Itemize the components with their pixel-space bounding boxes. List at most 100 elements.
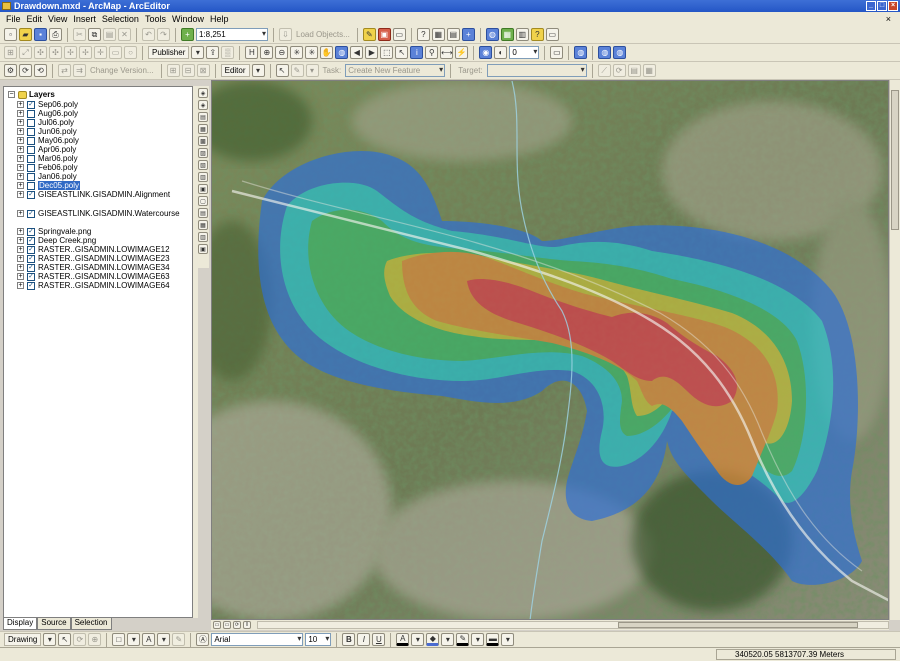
publisher-dropdown-icon[interactable]: ▾ <box>191 46 205 59</box>
copy-icon[interactable]: ⧉ <box>88 28 101 41</box>
toc-layer-row[interactable]: + ✓ RASTER..GISADMIN.LOWIMAGE64 <box>17 281 170 290</box>
layer-name[interactable]: May06.poly <box>38 136 79 145</box>
tool-2-icon[interactable]: ◈ <box>198 100 208 110</box>
tab-selection[interactable]: Selection <box>70 618 112 630</box>
screen-icon[interactable]: ▭ <box>550 46 564 59</box>
expand-icon[interactable]: + <box>17 101 24 108</box>
expand-icon[interactable]: + <box>17 146 24 153</box>
edit-vertices-icon[interactable]: ✎ <box>172 633 186 646</box>
map-navigator-icon[interactable]: ▦ <box>500 28 514 41</box>
expand-icon[interactable]: + <box>17 128 24 135</box>
new-rectangle-icon[interactable]: □ <box>112 633 126 646</box>
layer-name[interactable]: RASTER..GISADMIN.LOWIMAGE12 <box>38 245 170 254</box>
network-icon[interactable]: ◍ <box>574 46 588 59</box>
expand-icon[interactable]: + <box>17 273 24 280</box>
menu-tools[interactable]: Tools <box>142 14 169 24</box>
layer-visibility-checkbox[interactable]: ✓ <box>27 236 35 245</box>
layer-visibility-checkbox[interactable]: ✓ <box>27 263 35 272</box>
line-color-icon[interactable]: ✎ <box>456 633 470 646</box>
expand-icon[interactable]: + <box>17 137 24 144</box>
layer-name[interactable]: Springvale.png <box>38 227 91 236</box>
hyperlink-icon[interactable]: ⚡ <box>455 46 469 59</box>
line-color-dropdown-icon[interactable]: ▾ <box>471 633 485 646</box>
refresh-view-icon[interactable]: ⟳ <box>233 621 241 629</box>
delete-icon[interactable]: ✕ <box>118 28 131 41</box>
font-size-combo[interactable]: 10 <box>305 633 332 646</box>
effects-icon[interactable]: ◉ <box>479 46 493 59</box>
tool-7-icon[interactable]: ▧ <box>198 160 208 170</box>
georef-icon[interactable]: ⊞ <box>4 46 17 59</box>
layer-visibility-checkbox[interactable]: ✓ <box>27 100 35 109</box>
expand-icon[interactable]: + <box>17 264 24 271</box>
raster-value-combo[interactable]: 0 <box>509 46 540 59</box>
editor-toolbar-icon[interactable]: ✎ <box>362 28 376 41</box>
split-tool-icon[interactable]: ⟋ <box>597 64 611 77</box>
globe-full-extent-icon[interactable]: ◍ <box>335 46 349 59</box>
select-features-icon[interactable]: ⬚ <box>380 46 394 59</box>
back-extent-icon[interactable]: ◀ <box>350 46 364 59</box>
toc-layer-row[interactable]: + ✓ Springvale.png <box>17 227 91 236</box>
rotate-tool-icon[interactable]: ⟳ <box>612 64 626 77</box>
toc-layer-row[interactable]: + ✓ GISEASTLINK.GISADMIN.Alignment <box>17 190 170 199</box>
marker-color-icon[interactable]: ▬ <box>486 633 500 646</box>
change-version-icon[interactable]: ⇉ <box>73 64 86 77</box>
expand-icon[interactable]: + <box>17 119 24 126</box>
zoom-layer-icon[interactable]: ▒ <box>221 46 235 59</box>
attributes-icon[interactable]: ▤ <box>627 64 641 77</box>
layout-view-icon[interactable]: ▭ <box>223 621 231 629</box>
tool-14-icon[interactable]: ▣ <box>198 244 208 254</box>
toc-layer-row[interactable]: + Dec05.poly <box>17 181 81 190</box>
tool-12-icon[interactable]: ▦ <box>198 220 208 230</box>
layer-name[interactable]: Sep06.poly <box>38 100 78 109</box>
layer-name[interactable]: GISEASTLINK.GISADMIN.Alignment <box>38 190 170 199</box>
toc-layer-row[interactable]: + Mar06.poly <box>17 154 78 163</box>
toc-layer-row[interactable]: + ✓ Sep06.poly <box>17 100 78 109</box>
toc-layer-row[interactable]: + Jun06.poly <box>17 127 77 136</box>
toc-layer-row[interactable]: + ✓ GISEASTLINK.GISADMIN.Watercourse <box>17 209 180 218</box>
map-vertical-scrollbar[interactable] <box>889 80 900 620</box>
toc-layer-row[interactable]: + Jan06.poly <box>17 172 77 181</box>
tab-source[interactable]: Source <box>37 618 71 630</box>
menu-edit[interactable]: Edit <box>24 14 46 24</box>
layer-name[interactable]: RASTER..GISADMIN.LOWIMAGE34 <box>38 263 170 272</box>
collapse-icon[interactable]: − <box>8 91 15 98</box>
layer-visibility-checkbox[interactable]: ✓ <box>27 254 35 263</box>
layer-visibility-checkbox[interactable]: ✓ <box>27 209 35 218</box>
layer-name[interactable]: RASTER..GISADMIN.LOWIMAGE64 <box>38 281 170 290</box>
toc-layer-row[interactable]: + Feb06.poly <box>17 163 78 172</box>
zoom-out-icon[interactable]: ⊖ <box>275 46 289 59</box>
map-scale-combo[interactable]: 1:8,251 <box>196 28 268 41</box>
expand-icon[interactable]: + <box>17 182 24 189</box>
sketch-properties-icon[interactable]: ▦ <box>642 64 656 77</box>
add-data-icon[interactable]: + <box>181 28 194 41</box>
info-icon[interactable]: ◍ <box>613 46 627 59</box>
edit-tool-icon[interactable]: ↖ <box>275 64 289 77</box>
command-line-icon[interactable]: ▭ <box>392 28 406 41</box>
circle-icon[interactable]: ○ <box>124 46 137 59</box>
layer-visibility-checkbox[interactable]: ✓ <box>27 190 35 199</box>
layer-name[interactable]: Mar06.poly <box>38 154 78 163</box>
font-name-combo[interactable]: Arial <box>211 633 304 646</box>
forward-extent-icon[interactable]: ▶ <box>365 46 379 59</box>
expand-icon[interactable]: + <box>17 155 24 162</box>
measure-icon[interactable]: ⟷ <box>440 46 454 59</box>
map-vertical-scroll-thumb[interactable] <box>891 90 899 230</box>
layer-name[interactable]: Deep Creek.png <box>38 236 96 245</box>
menu-file[interactable]: File <box>3 14 24 24</box>
layer-name[interactable]: Apr06.poly <box>38 145 76 154</box>
version-manager-icon[interactable]: ⊟ <box>181 64 195 77</box>
tool-1-icon[interactable]: ◈ <box>198 88 208 98</box>
italic-icon[interactable]: I <box>357 633 371 646</box>
bold-icon[interactable]: B <box>342 633 356 646</box>
layer-name[interactable]: Jul06.poly <box>38 118 74 127</box>
contrast-icon[interactable]: ◐ <box>494 46 508 59</box>
horizontal-scroll-track[interactable] <box>257 621 889 629</box>
expand-icon[interactable]: + <box>17 255 24 262</box>
expand-icon[interactable]: + <box>17 228 24 235</box>
fill-color-icon[interactable]: ◆ <box>426 633 440 646</box>
new-icon[interactable]: ▫ <box>4 28 17 41</box>
toc-layer-row[interactable]: + Aug06.poly <box>17 109 78 118</box>
drawing-menu[interactable]: Drawing <box>4 633 42 646</box>
sketch-tool-icon[interactable]: ✎ <box>290 64 304 77</box>
view-link-icon[interactable]: ✛ <box>94 46 107 59</box>
